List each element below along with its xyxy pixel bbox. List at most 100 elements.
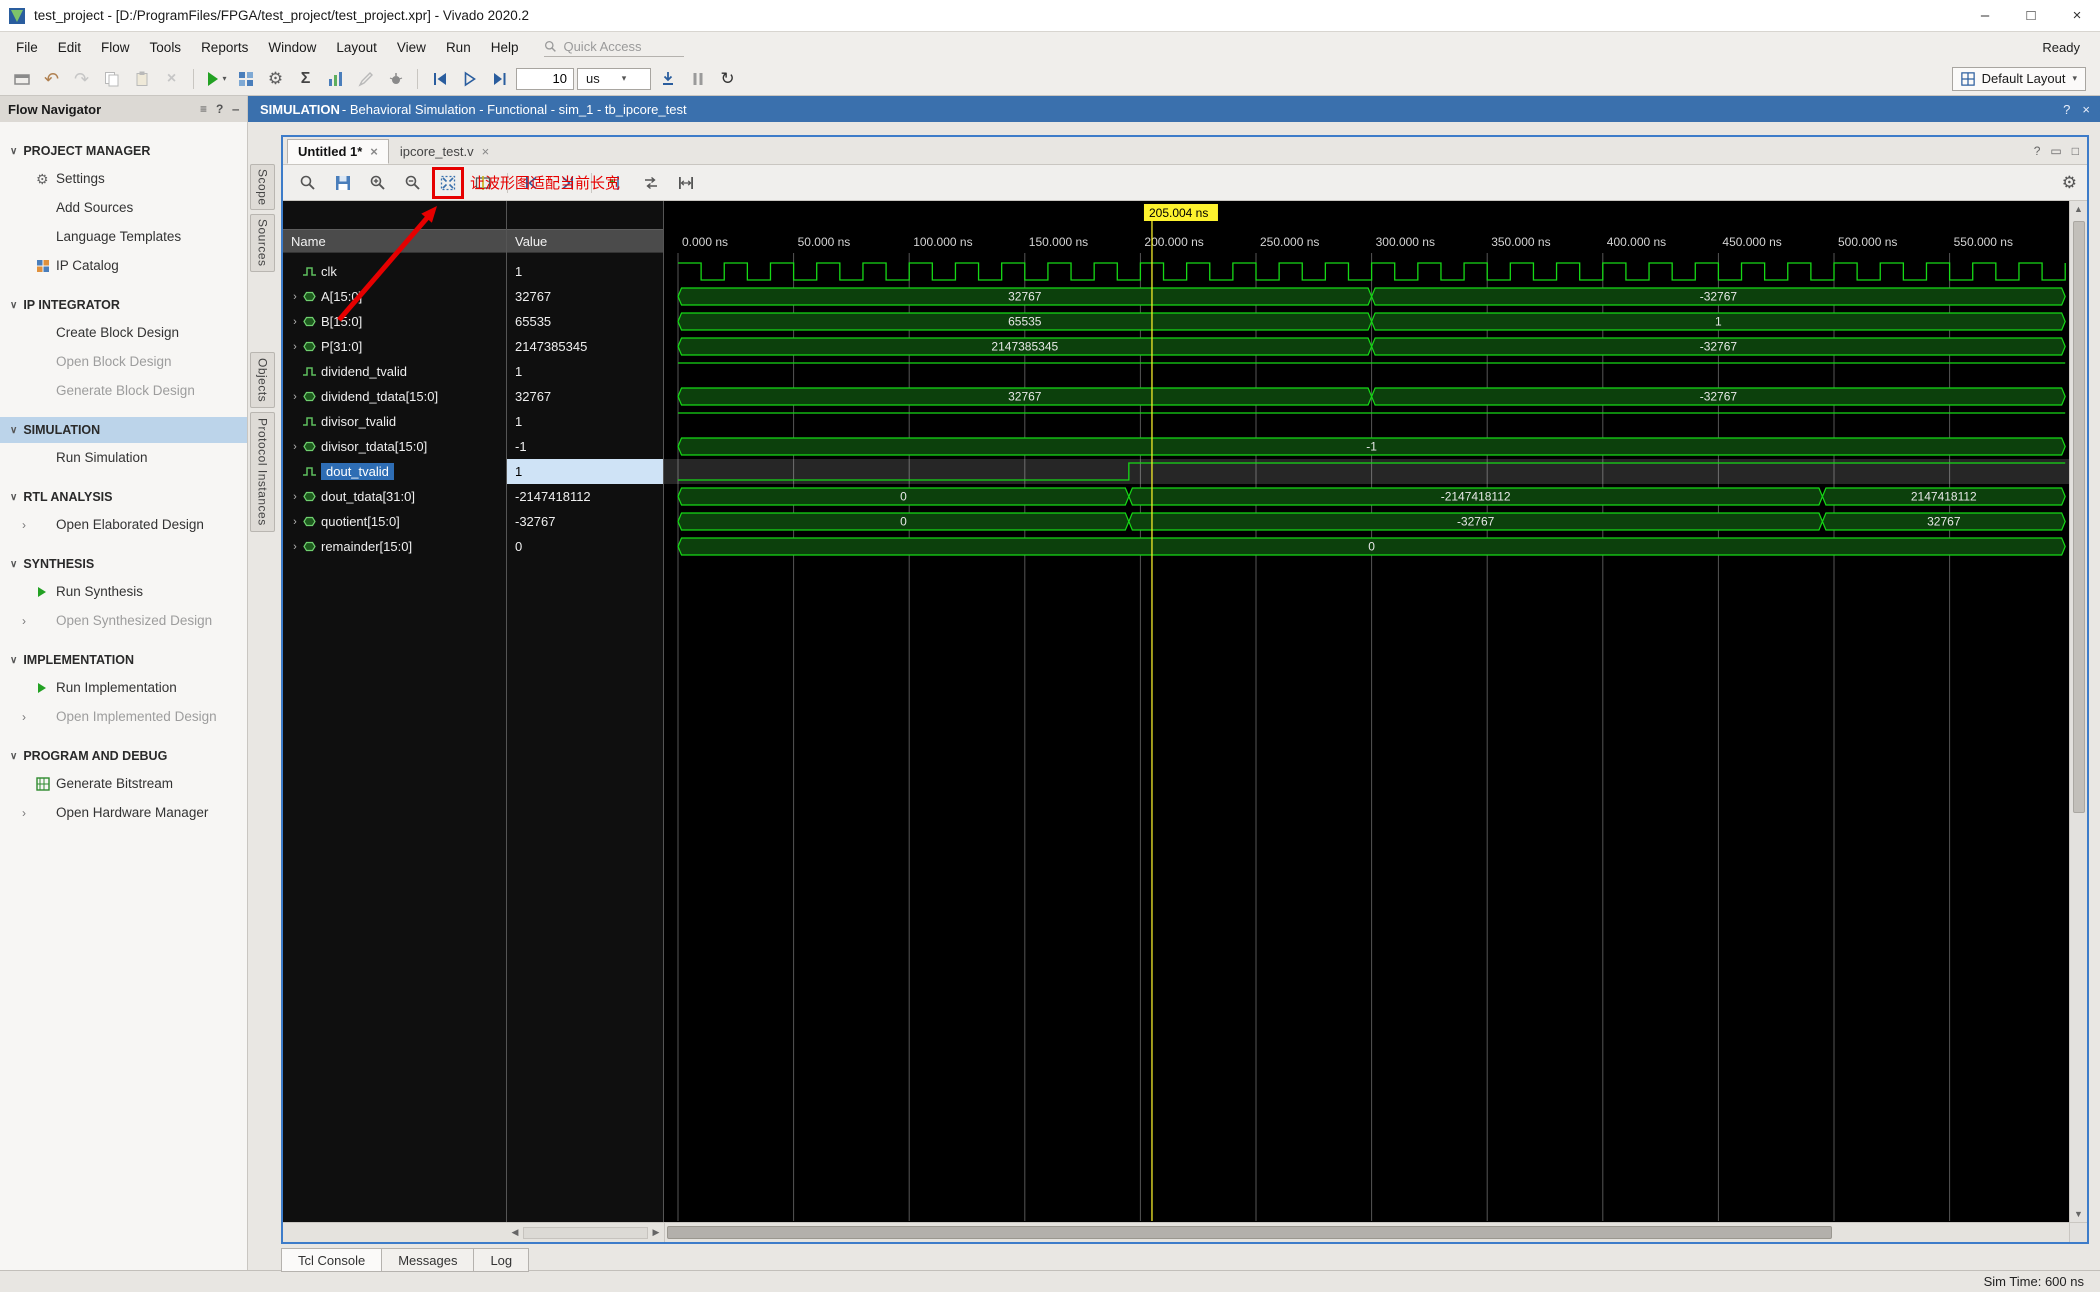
wave-hscroll-thumb[interactable] bbox=[667, 1226, 1833, 1239]
settings-gear-icon[interactable]: ⚙ bbox=[262, 66, 289, 92]
expand-arrow-icon[interactable]: › bbox=[288, 341, 302, 353]
signal-row-value-p-31-0[interactable]: 2147385345 bbox=[507, 334, 663, 359]
doc-tab-untitled-1[interactable]: Untitled 1* × bbox=[287, 139, 389, 164]
menu-file[interactable]: File bbox=[6, 36, 48, 59]
quick-access-search[interactable]: Quick Access bbox=[544, 37, 685, 57]
value-column-header[interactable]: Value bbox=[507, 229, 663, 253]
signal-row-value-a-15-0[interactable]: 32767 bbox=[507, 284, 663, 309]
run-all-icon[interactable] bbox=[456, 66, 483, 92]
flow-section-simulation[interactable]: ∨ SIMULATION bbox=[0, 417, 247, 443]
flow-section-ip-integrator[interactable]: ∨ IP INTEGRATOR bbox=[0, 292, 247, 318]
signal-row-name-dout-tvalid[interactable]: dout_tvalid bbox=[283, 459, 506, 484]
sum-icon[interactable]: Σ bbox=[292, 66, 319, 92]
menu-layout[interactable]: Layout bbox=[326, 36, 387, 59]
wave-hscroll-track[interactable] bbox=[665, 1223, 2069, 1242]
wave-titlebar-icon-0[interactable]: ? bbox=[2034, 144, 2041, 158]
close-icon[interactable]: × bbox=[482, 144, 490, 159]
name-hscroll-track[interactable] bbox=[523, 1226, 648, 1239]
signal-row-name-dividend-tvalid[interactable]: dividend_tvalid bbox=[283, 359, 506, 384]
save-wave-icon[interactable] bbox=[330, 170, 356, 196]
flow-section-project-manager[interactable]: ∨ PROJECT MANAGER bbox=[0, 138, 247, 164]
scrollbar-thumb[interactable] bbox=[2072, 221, 2085, 814]
run-for-icon[interactable] bbox=[654, 66, 681, 92]
expand-arrow-icon[interactable]: › bbox=[288, 541, 302, 553]
scroll-right-icon[interactable]: ▶ bbox=[648, 1227, 664, 1238]
add-marker-icon[interactable] bbox=[603, 170, 629, 196]
step-icon[interactable] bbox=[486, 66, 513, 92]
flow-item-open-implemented-design[interactable]: › Open Implemented Design bbox=[0, 702, 247, 731]
signal-row-value-quotient-15-0[interactable]: -32767 bbox=[507, 509, 663, 534]
pen-icon[interactable] bbox=[352, 66, 379, 92]
menu-flow[interactable]: Flow bbox=[91, 36, 140, 59]
expand-arrow-icon[interactable]: › bbox=[288, 441, 302, 453]
scroll-down-icon[interactable]: ▼ bbox=[2074, 1206, 2083, 1222]
flow-item-open-hardware-manager[interactable]: › Open Hardware Manager bbox=[0, 798, 247, 827]
signal-row-name-clk[interactable]: clk bbox=[283, 259, 506, 284]
maximize-button[interactable]: □ bbox=[2008, 0, 2054, 31]
side-tab-objects[interactable]: Objects bbox=[250, 352, 275, 408]
expand-arrow-icon[interactable]: › bbox=[288, 491, 302, 503]
pause-icon[interactable] bbox=[684, 66, 711, 92]
expand-arrow-icon[interactable]: › bbox=[288, 316, 302, 328]
swap-cursors-icon[interactable] bbox=[638, 170, 664, 196]
flow-section-rtl-analysis[interactable]: ∨ RTL ANALYSIS bbox=[0, 484, 247, 510]
menu-reports[interactable]: Reports bbox=[191, 36, 258, 59]
expand-arrow-icon[interactable]: › bbox=[288, 391, 302, 403]
flow-item-generate-block-design[interactable]: Generate Block Design bbox=[0, 376, 247, 405]
prev-transition-icon[interactable] bbox=[519, 170, 545, 196]
help-icon[interactable]: ? bbox=[2063, 102, 2070, 117]
zoom-out-icon[interactable] bbox=[400, 170, 426, 196]
menu-window[interactable]: Window bbox=[258, 36, 326, 59]
signal-row-name-remainder-15-0[interactable]: › remainder[15:0] bbox=[283, 534, 506, 559]
copy-icon[interactable] bbox=[98, 66, 125, 92]
report-icon[interactable] bbox=[322, 66, 349, 92]
minimize-button[interactable]: – bbox=[1962, 0, 2008, 31]
layout-select[interactable]: Default Layout ▾ bbox=[1951, 66, 2086, 91]
next-transition-icon[interactable] bbox=[554, 170, 580, 196]
flow-item-run-synthesis[interactable]: Run Synthesis bbox=[0, 577, 247, 606]
flow-item-run-simulation[interactable]: Run Simulation bbox=[0, 443, 247, 472]
vertical-scrollbar[interactable]: ▲ ▼ bbox=[2069, 201, 2087, 1222]
time-unit-select[interactable]: us ▾ bbox=[577, 67, 651, 90]
menu-view[interactable]: View bbox=[387, 36, 436, 59]
signal-row-name-divisor-tvalid[interactable]: divisor_tvalid bbox=[283, 409, 506, 434]
relaunch-icon[interactable]: ↻ bbox=[714, 66, 741, 92]
flow-header-icon-2[interactable]: ‒ bbox=[232, 102, 239, 116]
paste-icon[interactable] bbox=[128, 66, 155, 92]
close-icon[interactable]: × bbox=[370, 144, 378, 159]
signal-row-value-divisor-tdata-15-0[interactable]: -1 bbox=[507, 434, 663, 459]
signal-row-value-clk[interactable]: 1 bbox=[507, 259, 663, 284]
flow-item-open-synthesized-design[interactable]: › Open Synthesized Design bbox=[0, 606, 247, 635]
signal-row-value-dout-tdata-31-0[interactable]: -2147418112 bbox=[507, 484, 663, 509]
side-tab-scope[interactable]: Scope bbox=[250, 164, 275, 210]
flow-item-open-elaborated-design[interactable]: › Open Elaborated Design bbox=[0, 510, 247, 539]
signal-row-value-dividend-tvalid[interactable]: 1 bbox=[507, 359, 663, 384]
signal-row-value-dividend-tdata-15-0[interactable]: 32767 bbox=[507, 384, 663, 409]
close-icon[interactable]: × bbox=[2082, 102, 2090, 117]
undo-icon[interactable]: ↶ bbox=[38, 66, 65, 92]
zoom-cursor-icon[interactable] bbox=[470, 170, 496, 196]
side-tab-protocol-instances[interactable]: Protocol Instances bbox=[250, 412, 275, 532]
flow-section-program-and-debug[interactable]: ∨ PROGRAM AND DEBUG bbox=[0, 743, 247, 769]
delete-icon[interactable]: × bbox=[158, 66, 185, 92]
signal-row-name-a-15-0[interactable]: › A[15:0] bbox=[283, 284, 506, 309]
signal-row-value-dout-tvalid[interactable]: 1 bbox=[507, 459, 663, 484]
flow-item-generate-bitstream[interactable]: Generate Bitstream bbox=[0, 769, 247, 798]
flow-item-language-templates[interactable]: Language Templates bbox=[0, 222, 247, 251]
flow-header-icon-0[interactable]: ≡ bbox=[200, 102, 207, 116]
signal-row-value-remainder-15-0[interactable]: 0 bbox=[507, 534, 663, 559]
scroll-up-icon[interactable]: ▲ bbox=[2074, 201, 2083, 217]
side-tab-sources[interactable]: Sources bbox=[250, 214, 275, 272]
doc-tab-ipcore-test-v[interactable]: ipcore_test.v × bbox=[389, 139, 500, 164]
sim-time-input[interactable] bbox=[516, 67, 574, 90]
menu-tools[interactable]: Tools bbox=[140, 36, 192, 59]
signal-row-name-p-31-0[interactable]: › P[31:0] bbox=[283, 334, 506, 359]
flow-section-implementation[interactable]: ∨ IMPLEMENTATION bbox=[0, 647, 247, 673]
signal-row-name-dividend-tdata-15-0[interactable]: › dividend_tdata[15:0] bbox=[283, 384, 506, 409]
restart-sim-icon[interactable] bbox=[426, 66, 453, 92]
flow-item-add-sources[interactable]: Add Sources bbox=[0, 193, 247, 222]
fit-width-icon[interactable] bbox=[673, 170, 699, 196]
project-icon[interactable] bbox=[8, 66, 35, 92]
signal-row-name-b-15-0[interactable]: › B[15:0] bbox=[283, 309, 506, 334]
signal-row-value-divisor-tvalid[interactable]: 1 bbox=[507, 409, 663, 434]
